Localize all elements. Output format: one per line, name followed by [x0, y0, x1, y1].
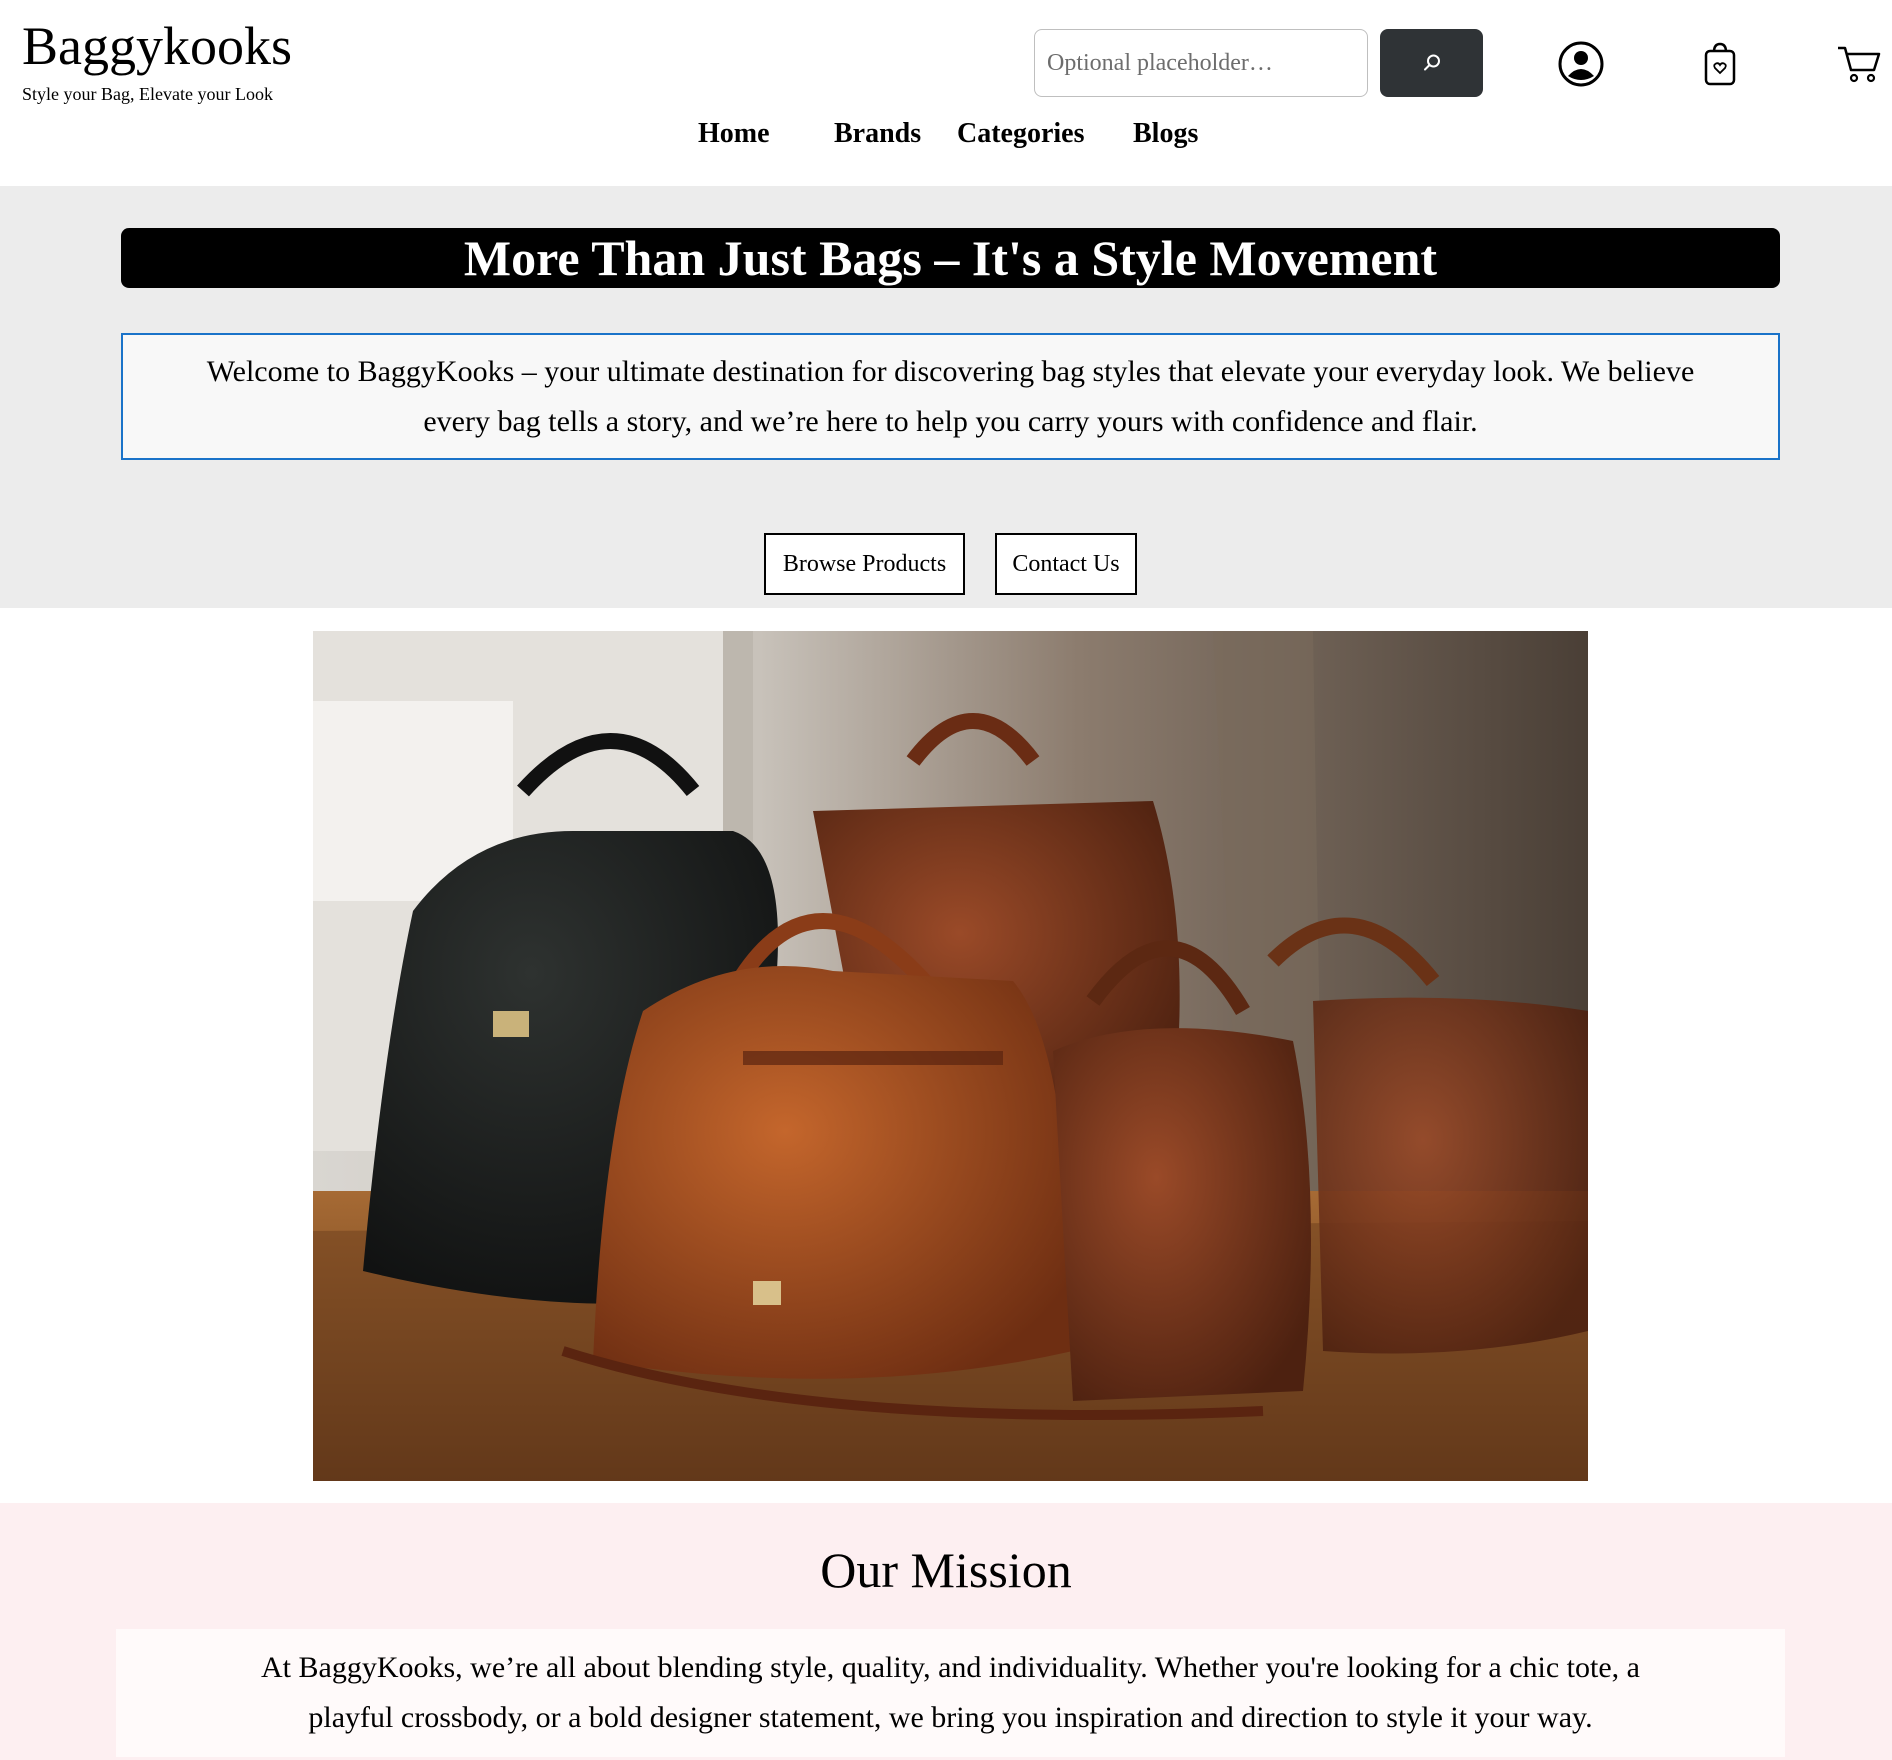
mission-section: Our Mission At BaggyKooks, we’re all abo… [0, 1503, 1892, 1760]
nav-item-home[interactable]: Home [698, 118, 770, 150]
contact-us-button[interactable]: Contact Us [995, 533, 1137, 595]
nav-item-blogs[interactable]: Blogs [1133, 118, 1198, 150]
mission-text: At BaggyKooks, we’re all about blending … [261, 1651, 1640, 1734]
account-icon [1558, 41, 1604, 87]
hero-section: More Than Just Bags – It's a Style Movem… [0, 186, 1892, 608]
hero-intro-text: Welcome to BaggyKooks – your ultimate de… [206, 354, 1695, 438]
hero-intro: Welcome to BaggyKooks – your ultimate de… [121, 333, 1780, 460]
search-input[interactable] [1034, 29, 1368, 97]
hero-banner: More Than Just Bags – It's a Style Movem… [121, 228, 1780, 288]
nav-item-brands[interactable]: Brands [834, 118, 921, 150]
nav-item-categories[interactable]: Categories [957, 118, 1085, 150]
search-icon [1423, 54, 1440, 71]
hero-bags-image [313, 631, 1588, 1481]
brand-tagline: Style your Bag, Elevate your Look [22, 84, 273, 104]
brand: Baggykooks Style your Bag, Elevate your … [22, 14, 292, 105]
browse-products-button[interactable]: Browse Products [764, 533, 965, 595]
wishlist-bag-icon [1704, 42, 1736, 86]
brand-title[interactable]: Baggykooks [22, 14, 292, 78]
site-header: Baggykooks Style your Bag, Elevate your … [0, 0, 1892, 186]
mission-title: Our Mission [820, 1542, 1072, 1598]
cart-icon [1838, 46, 1881, 83]
mission-box: At BaggyKooks, we’re all about blending … [116, 1629, 1785, 1757]
wishlist-button[interactable] [1692, 36, 1748, 92]
search-button[interactable] [1380, 29, 1483, 97]
main-nav: Home Brands Categories Blogs [0, 118, 1892, 158]
cart-button[interactable] [1831, 36, 1887, 92]
account-button[interactable] [1553, 36, 1609, 92]
